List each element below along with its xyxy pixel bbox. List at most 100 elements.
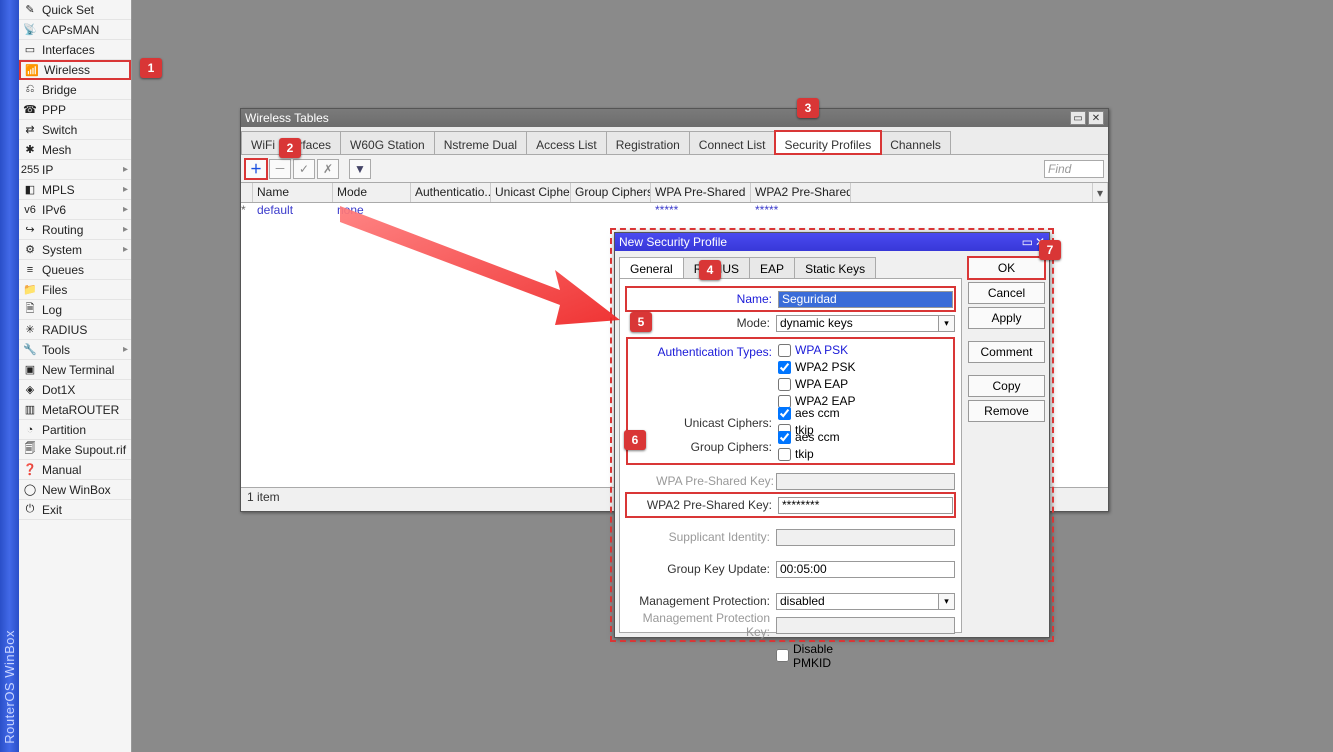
sidebar-item-switch[interactable]: ⇄Switch (19, 120, 131, 140)
sidebar-item-files[interactable]: 📁Files (19, 280, 131, 300)
gku-row: Group Key Update: (626, 557, 955, 581)
enable-button[interactable]: ✓ (293, 159, 315, 179)
sidebar-item-dot1x[interactable]: ◈Dot1X (19, 380, 131, 400)
sidebar-item-system[interactable]: ⚙System▸ (19, 240, 131, 260)
tab-nstreme-dual[interactable]: Nstreme Dual (434, 131, 527, 154)
sidebar-item-capsman[interactable]: 📡CAPsMAN (19, 20, 131, 40)
sidebar-item-new-terminal[interactable]: ▣New Terminal (19, 360, 131, 380)
dialog-tab-eap[interactable]: EAP (749, 257, 795, 278)
sidebar-item-radius[interactable]: ✳RADIUS (19, 320, 131, 340)
column-header[interactable]: Mode (333, 183, 411, 202)
sidebar-item-tools[interactable]: 🔧Tools▸ (19, 340, 131, 360)
find-input[interactable]: Find (1044, 160, 1104, 178)
sidebar-item-exit[interactable]: ⏻Exit (19, 500, 131, 520)
dialog-titlebar[interactable]: New Security Profile ▭ ✕ (615, 233, 1049, 251)
sidebar-item-manual[interactable]: ❓Manual (19, 460, 131, 480)
ok-button[interactable]: OK (968, 257, 1045, 279)
disable-pmkid-checkbox[interactable] (776, 649, 789, 662)
menu-icon: ⚙ (22, 242, 38, 258)
table-cell (411, 203, 491, 220)
group-tkip-checkbox[interactable] (778, 448, 791, 461)
tab-w60g-station[interactable]: W60G Station (340, 131, 435, 154)
dialog-tab-general[interactable]: General (619, 257, 684, 278)
table-cell: ***** (651, 203, 751, 220)
column-header[interactable]: Name (253, 183, 333, 202)
column-header[interactable]: WPA2 Pre-Shared... (751, 183, 851, 202)
add-button[interactable]: ＋ (245, 159, 267, 179)
wpa-eap-checkbox[interactable] (778, 378, 791, 391)
sidebar-item-ip[interactable]: 255IP▸ (19, 160, 131, 180)
table-cell: * (241, 203, 253, 220)
sidebar-item-interfaces[interactable]: ▭Interfaces (19, 40, 131, 60)
mgmt-prot-dropdown-button[interactable]: ▾ (938, 593, 955, 610)
toolbar: ＋ － ✓ ✗ ▼ Find (241, 155, 1108, 183)
disable-button[interactable]: ✗ (317, 159, 339, 179)
column-header[interactable]: Authenticatio... (411, 183, 491, 202)
wpa2-psk-checkbox[interactable] (778, 361, 791, 374)
sidebar-item-ipv6[interactable]: v6IPv6▸ (19, 200, 131, 220)
menu-label: Bridge (42, 83, 77, 97)
sidebar-item-routing[interactable]: ↪Routing▸ (19, 220, 131, 240)
sidebar-item-metarouter[interactable]: ▥MetaROUTER (19, 400, 131, 420)
copy-button[interactable]: Copy (968, 375, 1045, 397)
menu-icon: 🗐 (22, 442, 38, 458)
sidebar-item-queues[interactable]: ≡Queues (19, 260, 131, 280)
tab-access-list[interactable]: Access List (526, 131, 607, 154)
menu-label: System (42, 243, 82, 257)
chevron-right-icon: ▸ (123, 184, 128, 195)
mode-dropdown-button[interactable]: ▾ (938, 315, 955, 332)
table-cell: ***** (751, 203, 851, 220)
columns-dropdown-button[interactable]: ▾ (1092, 183, 1108, 202)
sidebar-item-bridge[interactable]: ⎌Bridge (19, 80, 131, 100)
mgmt-prot-input[interactable] (776, 593, 939, 610)
comment-button[interactable]: Comment (968, 341, 1045, 363)
sidebar-item-mpls[interactable]: ◧MPLS▸ (19, 180, 131, 200)
unicast-aes-checkbox[interactable] (778, 407, 791, 420)
remove-button[interactable]: － (269, 159, 291, 179)
sidebar-item-partition[interactable]: ◔Partition (19, 420, 131, 440)
remove-dlg-button[interactable]: Remove (968, 400, 1045, 422)
sidebar-item-log[interactable]: 🗎Log (19, 300, 131, 320)
column-header[interactable]: WPA Pre-Shared ... (651, 183, 751, 202)
tab-security-profiles[interactable]: Security Profiles (775, 131, 882, 154)
sidebar-item-mesh[interactable]: ✱Mesh (19, 140, 131, 160)
gku-label: Group Key Update: (626, 562, 776, 576)
tab-channels[interactable]: Channels (880, 131, 951, 154)
sidebar-item-ppp[interactable]: ☎PPP (19, 100, 131, 120)
cancel-button[interactable]: Cancel (968, 282, 1045, 304)
window-titlebar[interactable]: Wireless Tables ▭ ✕ (241, 109, 1108, 127)
menu-label: Switch (42, 123, 77, 137)
group-aes-checkbox[interactable] (778, 431, 791, 444)
tab-registration[interactable]: Registration (606, 131, 690, 154)
menu-label: Files (42, 283, 67, 297)
apply-button[interactable]: Apply (968, 307, 1045, 329)
wpa-psk-checkbox[interactable] (778, 344, 791, 357)
table-row[interactable]: *defaultnone********** (241, 203, 1108, 220)
filter-button[interactable]: ▼ (349, 159, 371, 179)
group-ciphers-label: Group Ciphers: (628, 440, 778, 454)
menu-icon: 📡 (22, 22, 38, 38)
menu-icon: ▣ (22, 362, 38, 378)
gku-input[interactable] (776, 561, 955, 578)
tab-connect-list[interactable]: Connect List (689, 131, 776, 154)
menu-icon: 📶 (24, 62, 40, 78)
menu-label: Dot1X (42, 383, 75, 397)
sidebar-item-quick-set[interactable]: ✎Quick Set (19, 0, 131, 20)
sidebar-item-make-supout-rif[interactable]: 🗐Make Supout.rif (19, 440, 131, 460)
menu-icon: ◔ (22, 422, 38, 438)
window-restore-button[interactable]: ▭ (1070, 111, 1086, 125)
table-cell: none (333, 203, 411, 220)
column-header[interactable]: Group Ciphers (571, 183, 651, 202)
window-close-button[interactable]: ✕ (1088, 111, 1104, 125)
badge-4: 4 (699, 260, 721, 280)
wpa2-psk-input[interactable] (778, 497, 953, 514)
mgmt-key-row: Management Protection Key: (626, 613, 955, 637)
mode-input[interactable] (776, 315, 939, 332)
column-header[interactable]: Unicast Ciphers (491, 183, 571, 202)
sidebar-item-new-winbox[interactable]: ◯New WinBox (19, 480, 131, 500)
sidebar-item-wireless[interactable]: 📶Wireless (19, 60, 131, 80)
dialog-restore-button[interactable]: ▭ (1022, 235, 1033, 249)
dialog-tab-static-keys[interactable]: Static Keys (794, 257, 876, 278)
name-input[interactable] (778, 291, 953, 308)
chevron-right-icon: ▸ (123, 164, 128, 175)
